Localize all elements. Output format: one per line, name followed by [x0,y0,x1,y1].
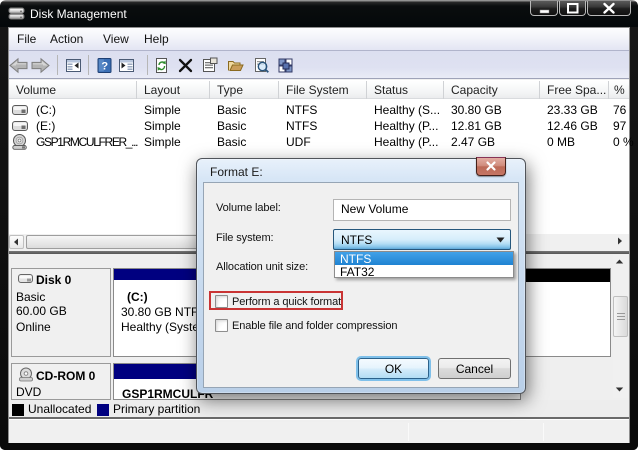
svg-text:?: ? [101,61,108,73]
